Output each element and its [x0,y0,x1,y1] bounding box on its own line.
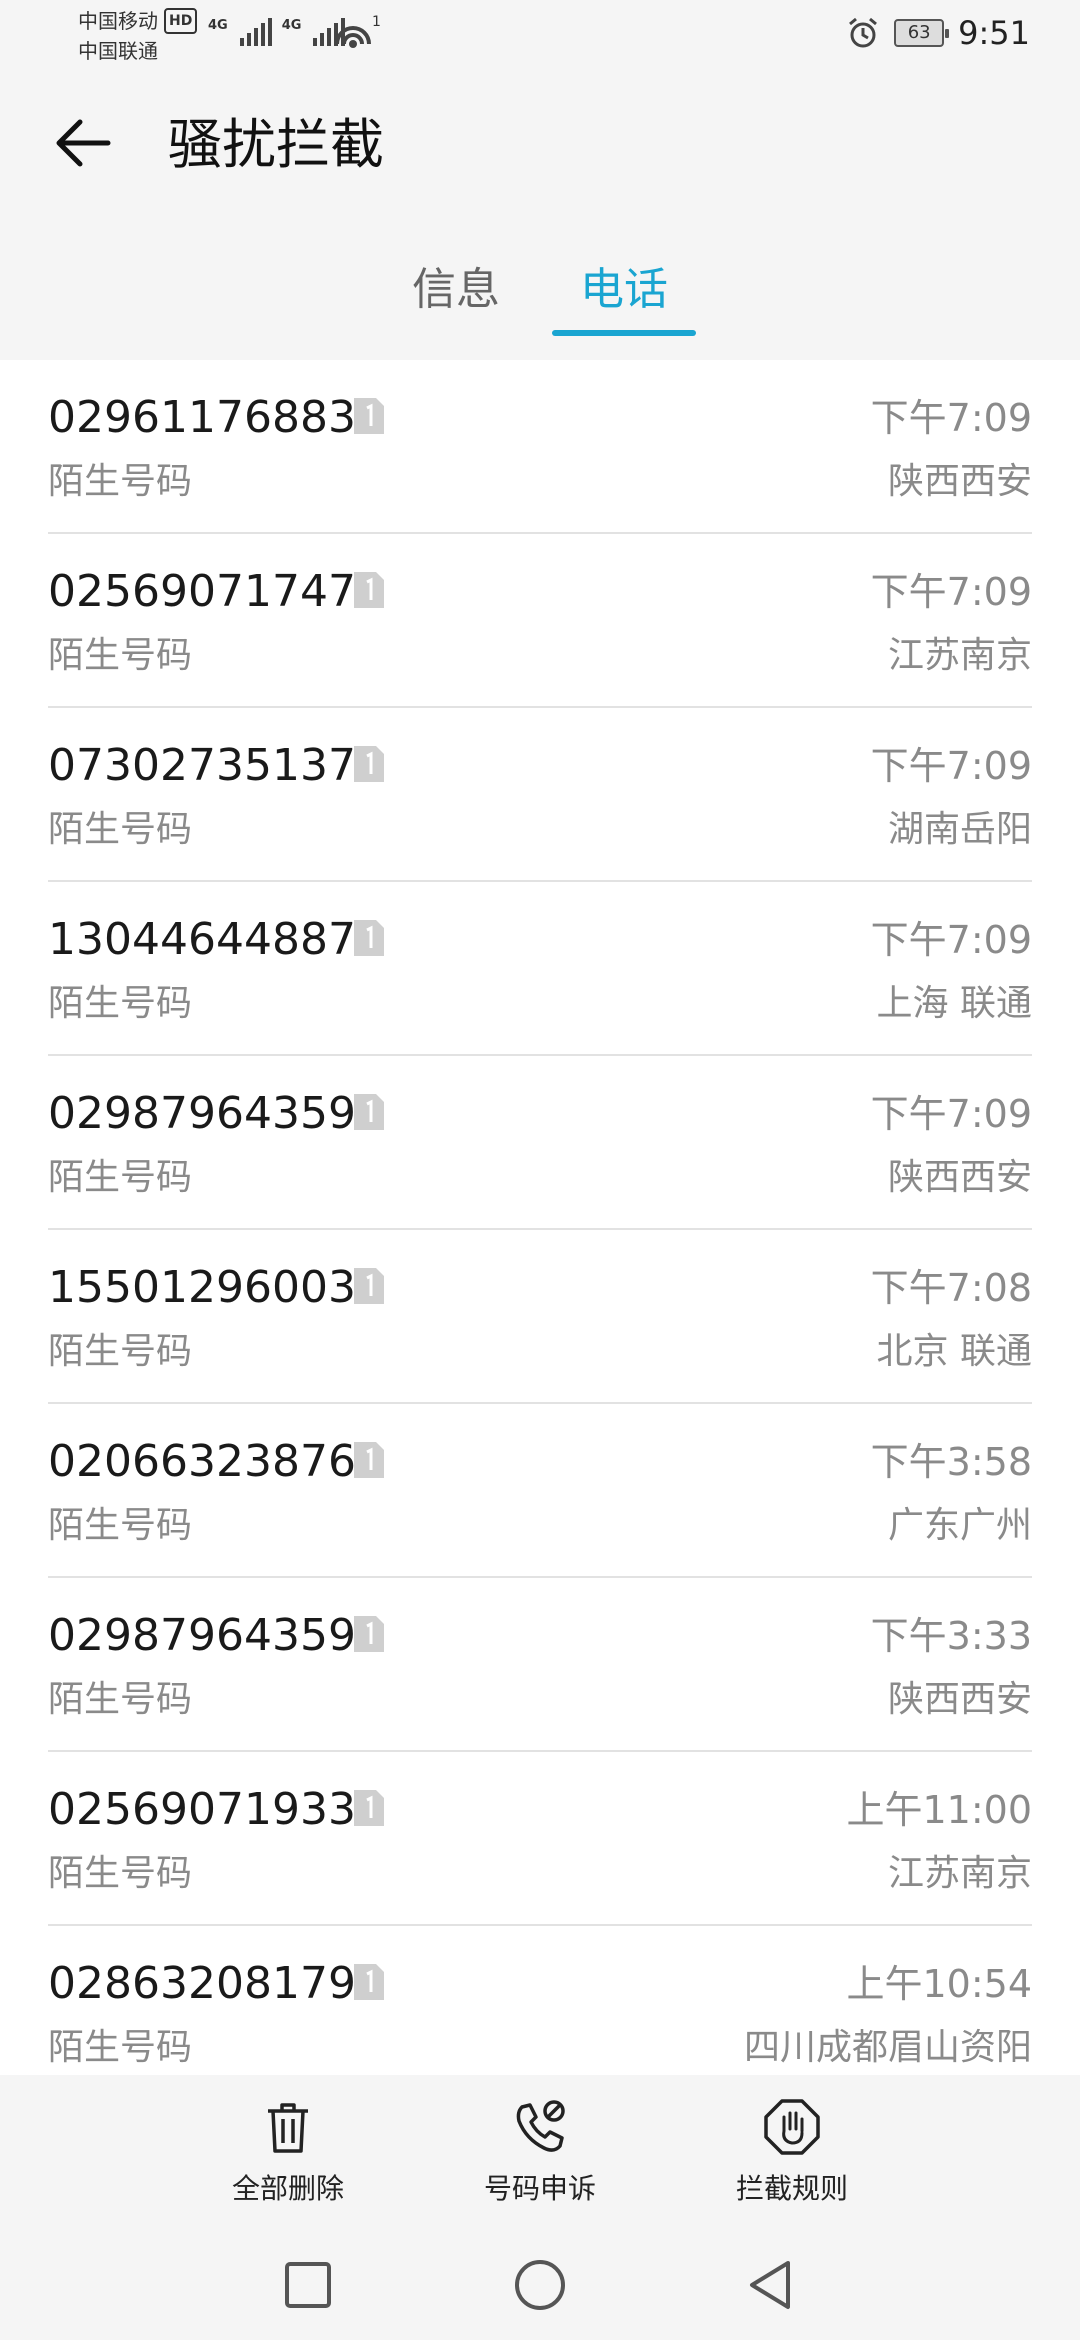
call-location: 陕西西安 [887,1157,1032,1198]
system-nav-bar [0,2225,1080,2340]
circle-icon[interactable] [510,2255,570,2315]
caller-label: 陌生号码 [48,635,193,676]
phone-number: 07302735137 [48,740,356,791]
sim-card-1-icon [354,1616,384,1652]
block-rules-button[interactable]: 拦截规则 [692,2097,892,2207]
list-item[interactable]: 15501296003 陌生号码 下午7:08 北京 联通 [48,1230,1032,1404]
network-type-2: 4G [281,18,302,33]
phone-block-icon [516,2100,565,2152]
call-location: 江苏南京 [887,635,1032,676]
call-time: 上午10:54 [846,1962,1032,2006]
status-time: 9:51 [958,14,1030,52]
call-time: 下午7:09 [870,744,1032,788]
list-item[interactable]: 02569071747 陌生号码 下午7:09 江苏南京 [48,534,1032,708]
list-item[interactable]: 02987964359 陌生号码 下午7:09 陕西西安 [48,1056,1032,1230]
sim-card-1-icon [354,1442,384,1478]
phone-number: 02569071747 [48,566,356,617]
tab-bar: 信息 电话 [0,250,1080,350]
status-right: 63 9:51 [846,14,1030,52]
phone-number: 02961176883 [48,392,356,443]
call-location: 上海 联通 [876,983,1032,1024]
signal-bars-1-icon [239,18,272,46]
call-time: 下午3:58 [870,1440,1032,1484]
square-icon[interactable] [278,2255,338,2315]
phone-number: 02987964359 [48,1088,356,1139]
list-item[interactable]: 13044644887 陌生号码 下午7:09 上海 联通 [48,882,1032,1056]
tab-active-indicator [552,330,696,336]
triangle-back-icon[interactable] [740,2255,800,2315]
call-location: 湖南岳阳 [887,809,1032,850]
call-time: 下午7:09 [870,396,1032,440]
sim-card-1-icon [354,398,384,434]
phone-number: 02569071933 [48,1784,356,1835]
caller-label: 陌生号码 [48,2027,193,2068]
list-item[interactable]: 02987964359 陌生号码 下午3:33 陕西西安 [48,1578,1032,1752]
sim-card-1-icon [354,1790,384,1826]
call-time: 下午7:08 [870,1266,1032,1310]
list-item[interactable]: 07302735137 陌生号码 下午7:09 湖南岳阳 [48,708,1032,882]
alarm-icon [849,17,878,48]
phone-number: 02066323876 [48,1436,356,1487]
phone-number: 13044644887 [48,914,356,965]
call-location: 四川成都眉山资阳 [743,2027,1032,2068]
app-header: 骚扰拦截 [0,100,1080,200]
list-item[interactable]: 02863208179 陌生号码 上午10:54 四川成都眉山资阳 [48,1926,1032,2075]
arrow-left-icon[interactable] [50,108,120,178]
sim-card-1-icon [354,1268,384,1304]
phone-number: 02863208179 [48,1958,356,2009]
call-location: 江苏南京 [887,1853,1032,1894]
carrier-2: 中国联通 [78,39,158,63]
tab-calls[interactable]: 电话 [544,250,704,330]
caller-label: 陌生号码 [48,1505,193,1546]
caller-label: 陌生号码 [48,461,193,502]
caller-label: 陌生号码 [48,1157,193,1198]
sim-card-1-icon [354,920,384,956]
block-rules-label: 拦截规则 [735,2172,848,2205]
list-item[interactable]: 02569071933 陌生号码 上午11:00 江苏南京 [48,1752,1032,1926]
number-appeal-button[interactable]: 号码申诉 [440,2097,640,2207]
caller-label: 陌生号码 [48,1331,193,1372]
call-time: 上午11:00 [846,1788,1032,1832]
call-location: 北京 联通 [876,1331,1032,1372]
call-time: 下午7:09 [870,1092,1032,1136]
phone-number: 02987964359 [48,1610,356,1661]
sim-card-1-icon [354,1094,384,1130]
caller-label: 陌生号码 [48,809,193,850]
carrier-info: 中国移动 HD 中国联通 [78,6,198,66]
tab-messages[interactable]: 信息 [376,250,536,330]
sim-card-1-icon [354,572,384,608]
hand-stop-icon [764,2099,820,2155]
call-location: 陕西西安 [887,1679,1032,1720]
list-item[interactable]: 02066323876 陌生号码 下午3:58 广东广州 [48,1404,1032,1578]
hotspot-count: 1 [372,14,381,30]
sim-card-1-icon [354,1964,384,2000]
phone-number: 15501296003 [48,1262,356,1313]
page-title: 骚扰拦截 [168,113,384,176]
hd-badge: HD [164,8,198,34]
status-bar: 中国移动 HD 中国联通 4G 4G 1 63 9:51 [0,0,1080,72]
caller-label: 陌生号码 [48,983,193,1024]
hotspot-icon [335,26,371,48]
call-time: 下午7:09 [870,918,1032,962]
call-location: 广东广州 [887,1505,1032,1546]
signal-group: 4G 4G [208,18,346,46]
trash-icon [268,2103,308,2153]
caller-label: 陌生号码 [48,1679,193,1720]
call-time: 下午3:33 [870,1614,1032,1658]
list-item[interactable]: 02961176883 陌生号码 下午7:09 陕西西安 [48,360,1032,534]
number-appeal-label: 号码申诉 [483,2172,596,2205]
delete-all-button[interactable]: 全部删除 [188,2097,388,2207]
bottom-action-bar: 全部删除 号码申诉 拦截规则 [0,2075,1080,2225]
caller-label: 陌生号码 [48,1853,193,1894]
call-time: 下午7:09 [870,570,1032,614]
carrier-1: 中国移动 [78,9,158,33]
battery-icon: 63 [894,19,950,47]
call-location: 陕西西安 [887,461,1032,502]
delete-all-label: 全部删除 [231,2172,344,2205]
blocked-call-list[interactable]: 02961176883 陌生号码 下午7:09 陕西西安 02569071747… [0,360,1080,2075]
network-type-1: 4G [208,18,228,33]
sim-card-1-icon [354,746,384,782]
